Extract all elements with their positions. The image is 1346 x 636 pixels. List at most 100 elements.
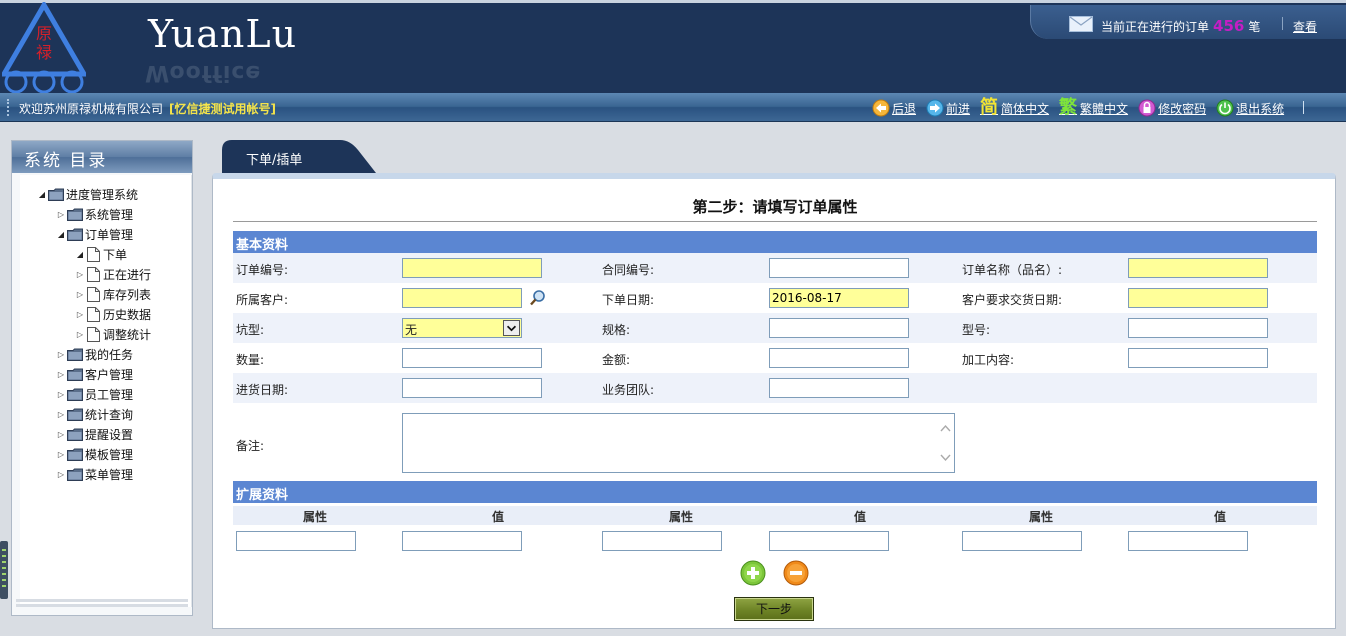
amount-input[interactable] bbox=[769, 348, 909, 368]
sales-team-input[interactable] bbox=[769, 378, 909, 398]
purchase-date-label: 进货日期: bbox=[236, 383, 289, 397]
collapsed-arrow-icon[interactable]: ▷ bbox=[55, 430, 67, 439]
collapsed-arrow-icon[interactable]: ▷ bbox=[55, 470, 67, 479]
form-row-5: 进货日期: 业务团队: bbox=[233, 373, 1317, 403]
forward-link[interactable]: 前进 bbox=[926, 99, 970, 117]
tab-place-order[interactable]: 下单/插单 bbox=[222, 140, 376, 173]
expanded-arrow-icon[interactable]: ◢ bbox=[55, 230, 67, 239]
expanded-arrow-icon[interactable]: ◢ bbox=[36, 190, 48, 199]
add-row-button[interactable] bbox=[740, 560, 766, 586]
ext-col-value-2: 值 bbox=[854, 510, 867, 524]
welcome-company: 欢迎苏州原禄机械有限公司 bbox=[19, 102, 164, 116]
remove-row-button[interactable] bbox=[783, 560, 809, 586]
tree-item[interactable]: ▷ 统计查询 bbox=[55, 405, 133, 423]
logo-char-1: 原 bbox=[36, 24, 52, 43]
remark-label: 备注: bbox=[236, 439, 265, 453]
file-icon bbox=[87, 246, 100, 262]
collapsed-arrow-icon[interactable]: ▷ bbox=[55, 450, 67, 459]
tree-item[interactable]: ▷ 历史数据 bbox=[74, 305, 151, 323]
expanded-arrow-icon[interactable]: ◢ bbox=[74, 250, 86, 259]
tree-item[interactable]: ▷ 系统管理 bbox=[55, 205, 133, 223]
contract-no-input[interactable] bbox=[769, 258, 909, 278]
folder-icon bbox=[48, 188, 64, 201]
tree-item-label: 系统管理 bbox=[85, 207, 134, 222]
order-notice-text: 当前正在进行的订单 456 笔 bbox=[1101, 17, 1260, 35]
tree-item[interactable]: ▷ 库存列表 bbox=[74, 285, 151, 303]
tree-item-label: 历史数据 bbox=[103, 307, 152, 322]
tree-item-label: 菜单管理 bbox=[85, 467, 134, 482]
ext-col-attr-3: 属性 bbox=[1029, 510, 1054, 524]
folder-icon bbox=[67, 428, 83, 441]
tree-item[interactable]: ◢ 订单管理 bbox=[55, 225, 133, 243]
sidebar-collapse-handle[interactable] bbox=[0, 541, 8, 599]
tree-item[interactable]: ▷ 模板管理 bbox=[55, 445, 133, 463]
quantity-input[interactable] bbox=[402, 348, 542, 368]
order-no-label: 订单编号: bbox=[236, 263, 289, 277]
change-password-link[interactable]: 修改密码 bbox=[1138, 99, 1206, 117]
collapsed-arrow-icon[interactable]: ▷ bbox=[55, 210, 67, 219]
tab-label: 下单/插单 bbox=[246, 153, 303, 168]
ext-col-attr-2: 属性 bbox=[669, 510, 694, 524]
pit-type-label: 坑型: bbox=[236, 323, 265, 337]
next-step-button[interactable]: 下一步 bbox=[734, 597, 814, 621]
remark-textarea[interactable] bbox=[402, 413, 955, 473]
brand-name: YuanLu bbox=[148, 12, 298, 56]
collapsed-arrow-icon[interactable]: ▷ bbox=[55, 410, 67, 419]
pit-type-select[interactable]: 无 bbox=[402, 318, 522, 338]
ext-value-input-1[interactable] bbox=[402, 531, 522, 551]
title-divider bbox=[233, 221, 1317, 222]
collapsed-arrow-icon[interactable]: ▷ bbox=[74, 330, 86, 339]
tree-item[interactable]: ▷ 提醒设置 bbox=[55, 425, 133, 443]
back-link[interactable]: 后退 bbox=[872, 99, 916, 117]
order-date-input[interactable] bbox=[769, 288, 909, 308]
form-row-4: 数量: 金额: 加工内容: bbox=[233, 343, 1317, 373]
traditional-chinese-link[interactable]: 繁 繁體中文 bbox=[1059, 99, 1128, 117]
purchase-date-input[interactable] bbox=[402, 378, 542, 398]
view-orders-link[interactable]: 查看 bbox=[1293, 18, 1317, 35]
tree-item[interactable]: ▷ 菜单管理 bbox=[55, 465, 133, 483]
delivery-date-label: 客户要求交货日期: bbox=[962, 293, 1063, 307]
order-name-input[interactable] bbox=[1128, 258, 1268, 278]
collapsed-arrow-icon[interactable]: ▷ bbox=[74, 310, 86, 319]
ext-attr-input-1[interactable] bbox=[236, 531, 356, 551]
collapsed-arrow-icon[interactable]: ▷ bbox=[55, 390, 67, 399]
search-icon[interactable] bbox=[529, 289, 547, 307]
tree-item[interactable]: ▷ 员工管理 bbox=[55, 385, 133, 403]
navbar-end-separator bbox=[1303, 101, 1304, 114]
sidebar-bottom-bar bbox=[16, 599, 188, 607]
collapsed-arrow-icon[interactable]: ▷ bbox=[74, 290, 86, 299]
textarea-scrollbar[interactable] bbox=[937, 414, 954, 472]
ext-value-input-2[interactable] bbox=[769, 531, 889, 551]
simplified-chinese-link[interactable]: 简 简体中文 bbox=[980, 99, 1049, 117]
tree-item[interactable]: ◢ 进度管理系统 bbox=[36, 185, 138, 203]
tree-item[interactable]: ▷ 调整统计 bbox=[74, 325, 151, 343]
processing-input[interactable] bbox=[1128, 348, 1268, 368]
logout-link[interactable]: 退出系统 bbox=[1216, 99, 1284, 117]
extended-columns-header: 属性 值 属性 值 属性 值 bbox=[233, 506, 1317, 525]
delivery-date-input[interactable] bbox=[1128, 288, 1268, 308]
tree-item[interactable]: ▷ 我的任务 bbox=[55, 345, 133, 363]
spec-input[interactable] bbox=[769, 318, 909, 338]
collapsed-arrow-icon[interactable]: ▷ bbox=[74, 270, 86, 279]
tree-item[interactable]: ▷ 正在进行 bbox=[74, 265, 151, 283]
ext-attr-input-2[interactable] bbox=[602, 531, 722, 551]
order-no-input[interactable] bbox=[402, 258, 542, 278]
extended-info-header: 扩展资料 bbox=[233, 481, 1317, 503]
tree-item-label: 下单 bbox=[103, 247, 128, 262]
folder-icon bbox=[67, 228, 83, 241]
tree-item-label: 我的任务 bbox=[85, 347, 134, 362]
tree-item[interactable]: ◢ 下单 bbox=[74, 245, 127, 263]
collapsed-arrow-icon[interactable]: ▷ bbox=[55, 350, 67, 359]
traditional-chinese-label: 繁體中文 bbox=[1080, 101, 1129, 116]
model-input[interactable] bbox=[1128, 318, 1268, 338]
order-name-label: 订单名称（品名）: bbox=[962, 263, 1063, 277]
tree-item-label: 库存列表 bbox=[103, 287, 152, 302]
ext-value-input-3[interactable] bbox=[1128, 531, 1248, 551]
simplified-chinese-label: 简体中文 bbox=[1001, 101, 1050, 116]
collapsed-arrow-icon[interactable]: ▷ bbox=[55, 370, 67, 379]
nav-bar: 欢迎苏州原禄机械有限公司 [忆信捷测试用帐号] 后退 前进 简 简体中文 繁 繁體… bbox=[0, 93, 1346, 122]
amount-label: 金额: bbox=[602, 353, 631, 367]
tree-item[interactable]: ▷ 客户管理 bbox=[55, 365, 133, 383]
ext-attr-input-3[interactable] bbox=[962, 531, 1082, 551]
customer-input[interactable] bbox=[402, 288, 522, 308]
